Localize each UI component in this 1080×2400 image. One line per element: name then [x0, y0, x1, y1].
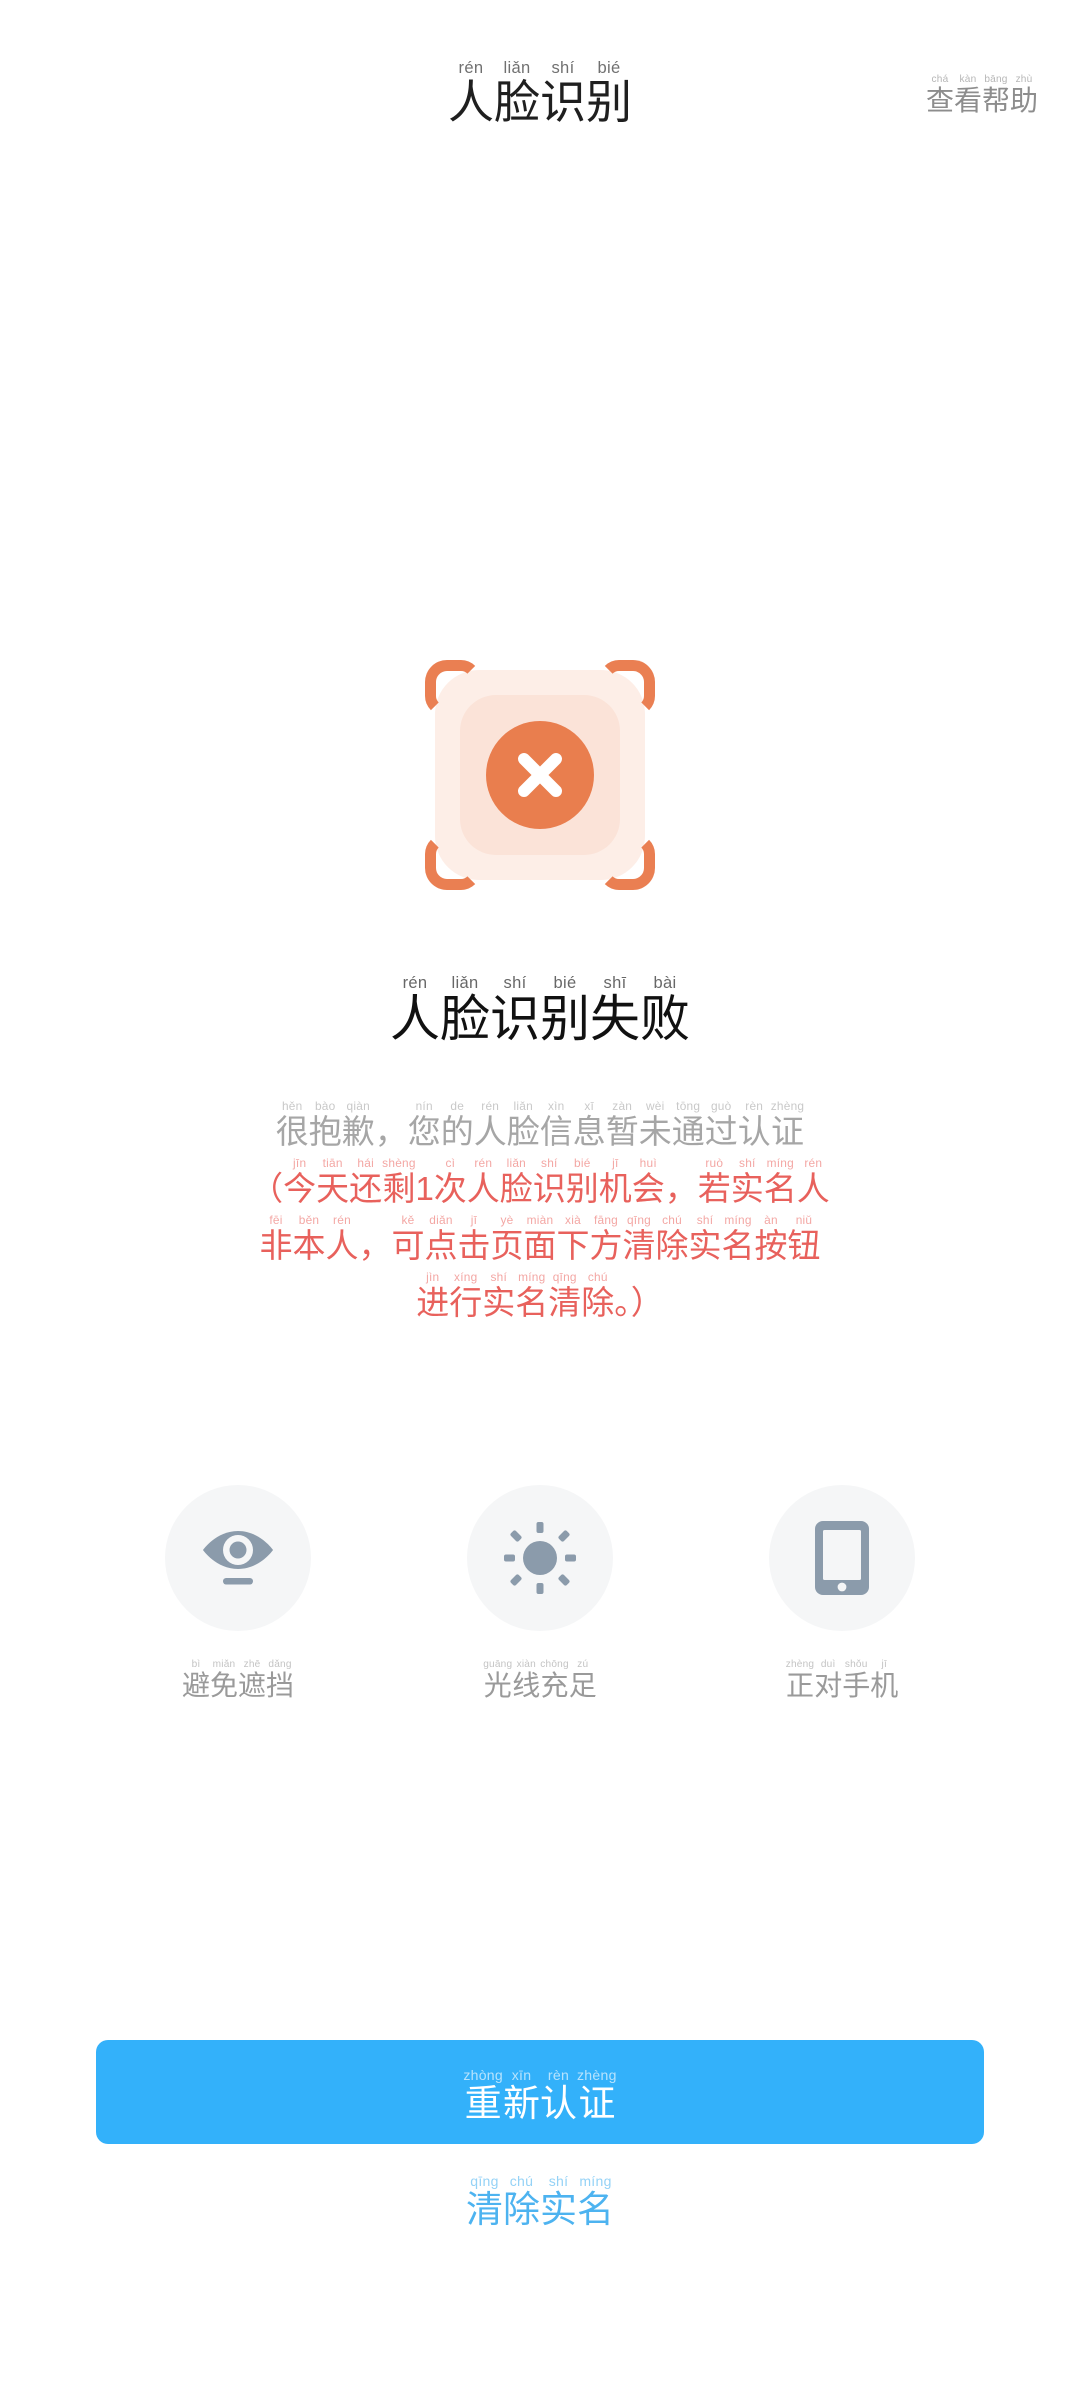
tip-label: 光guāng线xiàn充chōng足zú — [483, 1659, 597, 1701]
description-line: 很hěn抱bào歉qiàn，您nín的de人rén脸liǎn信xìn息xī暂zà… — [275, 1099, 805, 1150]
sun-icon — [467, 1485, 613, 1631]
retry-authentication-button[interactable]: 重zhòng 新xīn 认rèn 证zhèng — [96, 2040, 984, 2144]
header: 人rén脸liǎn识shí别bié 查chá看kàn帮bāng助zhù — [0, 0, 1080, 200]
description-line: 非fēi本běn人rén，可kě点diǎn击jī页yè面miàn下xià方fān… — [259, 1213, 821, 1265]
page-title: 人rén脸liǎn识shí别bié — [448, 58, 632, 128]
result-title: 人rén脸liǎn识shí别bié失shī败bài — [390, 974, 690, 1047]
phone-icon — [769, 1485, 915, 1631]
face-scan-failed-icon — [425, 660, 655, 890]
tip-face-the-phone: 正zhèng对duì手shǒu机jī — [747, 1485, 937, 1700]
error-cross-icon — [486, 721, 594, 829]
tip-avoid-obstruction: 避bì免miǎn遮zhē挡dǎng — [143, 1485, 333, 1700]
scan-frame — [425, 660, 655, 890]
tip-label: 避bì免miǎn遮zhē挡dǎng — [181, 1659, 295, 1701]
description-line: 进jìn行xíng实shí名míng清qīng除chú。） — [416, 1270, 664, 1322]
scan-inner-square — [460, 695, 620, 855]
description-block: 很hěn抱bào歉qiàn，您nín的de人rén脸liǎn信xìn息xī暂zà… — [0, 1099, 1080, 1329]
face-recognition-failure-screen: 人rén脸liǎn识shí别bié 查chá看kàn帮bāng助zhù 人rén… — [0, 0, 1080, 2400]
clear-real-name-link[interactable]: 清qīng除chú实shí名míng — [0, 2173, 1080, 2228]
eye-icon — [165, 1485, 311, 1631]
tips-row: 避bì免miǎn遮zhē挡dǎng 光guāng线xiàn充chōng足zú 正… — [0, 1485, 1080, 1700]
tip-sufficient-light: 光guāng线xiàn充chōng足zú — [445, 1485, 635, 1700]
view-help-link[interactable]: 查chá看kàn帮bāng助zhù — [926, 74, 1038, 115]
description-line: （今jīn天tiān还hái剩shèng1次cì人rén脸liǎn识shí别bi… — [250, 1156, 830, 1208]
tip-label: 正zhèng对duì手shǒu机jī — [785, 1659, 899, 1701]
